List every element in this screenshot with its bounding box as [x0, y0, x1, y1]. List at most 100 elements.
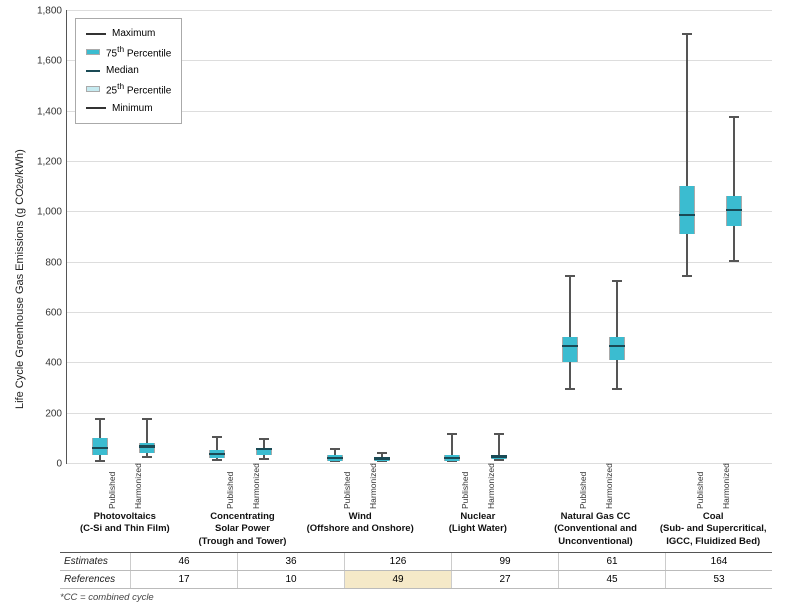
harmonized-label: Harmonized — [127, 467, 149, 509]
tech-name: ConcentratingSolar Power(Trough and Towe… — [199, 511, 287, 548]
table-cell: 61 — [558, 553, 665, 570]
median-line — [444, 457, 460, 460]
table-cell: 45 — [558, 571, 665, 588]
max-tick — [565, 275, 575, 277]
median-line — [726, 209, 742, 212]
pub-harm-row: PublishedHarmonized — [572, 467, 620, 509]
min-tick — [95, 460, 105, 462]
published-label: Published — [219, 467, 241, 509]
teal-fill — [610, 337, 624, 360]
median-line — [679, 214, 695, 217]
median-line — [327, 457, 343, 460]
harmonized-label: Harmonized — [362, 467, 384, 509]
y-tick-label: 800 — [45, 257, 67, 268]
min-tick — [565, 388, 575, 390]
table-cell: 126 — [344, 553, 451, 570]
min-tick — [259, 458, 269, 460]
table-row: References171049274553 — [60, 571, 772, 589]
min-tick — [494, 459, 504, 461]
teal-fill — [727, 196, 741, 226]
chart-container: Life Cycle Greenhouse Gas Emissions (g C… — [0, 0, 792, 613]
median-line — [92, 447, 108, 450]
table-cell: 53 — [665, 571, 772, 588]
table-row-label: Estimates — [60, 553, 130, 570]
published-label: Published — [454, 467, 476, 509]
chart-inner: Maximum 75th Percentile Median 25th Perc… — [26, 10, 782, 548]
table-row-label: References — [60, 571, 130, 588]
max-tick — [95, 418, 105, 420]
max-tick — [682, 33, 692, 35]
harmonized-label: Harmonized — [245, 467, 267, 509]
median-line — [374, 457, 390, 460]
y-tick-label: 1,400 — [37, 106, 67, 117]
legend-25th-icon — [86, 86, 100, 92]
y-tick-label: 400 — [45, 358, 67, 369]
legend-75th-label: 75th Percentile — [106, 42, 171, 62]
x-label-group: PublishedHarmonizedPhotovoltaics(C-Si an… — [66, 464, 184, 548]
max-tick — [212, 436, 222, 438]
legend-item-75th: 75th Percentile — [86, 42, 171, 62]
max-tick — [729, 116, 739, 118]
max-tick — [612, 280, 622, 282]
legend-median-icon — [86, 70, 100, 73]
min-tick — [142, 456, 152, 458]
y-tick-label: 1,000 — [37, 207, 67, 218]
legend-item-25th: 25th Percentile — [86, 79, 171, 99]
legend-25th-label: 25th Percentile — [106, 79, 171, 99]
legend-maximum-icon — [86, 33, 106, 35]
tech-name: Photovoltaics(C-Si and Thin Film) — [80, 511, 170, 536]
tech-name: Nuclear(Light Water) — [449, 511, 507, 536]
pub-harm-row: PublishedHarmonized — [219, 467, 267, 509]
legend-item-maximum: Maximum — [86, 25, 171, 42]
published-label: Published — [572, 467, 594, 509]
footnote: *CC = combined cycle — [60, 592, 782, 603]
max-tick — [330, 448, 340, 450]
median-line — [609, 345, 625, 348]
published-label: Published — [101, 467, 123, 509]
table-cell: 46 — [130, 553, 237, 570]
max-tick — [447, 433, 457, 435]
x-labels-row: PublishedHarmonizedPhotovoltaics(C-Si an… — [66, 464, 772, 548]
legend: Maximum 75th Percentile Median 25th Perc… — [75, 18, 182, 124]
published-label: Published — [336, 467, 358, 509]
bottom-table: Estimates46361269961164References1710492… — [60, 552, 772, 589]
harmonized-label: Harmonized — [598, 467, 620, 509]
harmonized-label: Harmonized — [715, 467, 737, 509]
median-line — [562, 345, 578, 348]
tech-name: Wind(Offshore and Onshore) — [307, 511, 414, 536]
x-label-group: PublishedHarmonizedNuclear(Light Water) — [419, 464, 537, 548]
min-tick — [729, 260, 739, 262]
table-cell: 17 — [130, 571, 237, 588]
chart-area: Life Cycle Greenhouse Gas Emissions (g C… — [10, 10, 782, 548]
y-tick-label: 600 — [45, 307, 67, 318]
y-tick-label: 1,800 — [37, 6, 67, 17]
pub-harm-row: PublishedHarmonized — [101, 467, 149, 509]
tech-name: Natural Gas CC(Conventional andUnconvent… — [554, 511, 637, 548]
median-line — [139, 445, 155, 448]
max-tick — [142, 418, 152, 420]
pub-harm-row: PublishedHarmonized — [336, 467, 384, 509]
legend-minimum-label: Minimum — [112, 100, 153, 117]
table-cell: 49 — [344, 571, 451, 588]
pub-harm-row: PublishedHarmonized — [454, 467, 502, 509]
min-tick — [612, 388, 622, 390]
median-line — [256, 448, 272, 451]
published-label: Published — [689, 467, 711, 509]
harmonized-label: Harmonized — [480, 467, 502, 509]
median-line — [209, 453, 225, 456]
whisker-line — [616, 282, 618, 390]
teal-fill — [680, 186, 694, 234]
y-axis-label: Life Cycle Greenhouse Gas Emissions (g C… — [10, 10, 26, 548]
table-cell: 27 — [451, 571, 558, 588]
table-cell: 99 — [451, 553, 558, 570]
whisker-line — [569, 277, 571, 390]
max-tick — [494, 433, 504, 435]
legend-75th-icon — [86, 49, 100, 55]
max-tick — [377, 452, 387, 454]
y-tick-label: 0 — [56, 458, 67, 469]
legend-item-median: Median — [86, 62, 171, 79]
grid-line: 0 — [67, 463, 772, 464]
table-cell: 36 — [237, 553, 344, 570]
legend-median-label: Median — [106, 62, 139, 79]
max-tick — [259, 438, 269, 440]
